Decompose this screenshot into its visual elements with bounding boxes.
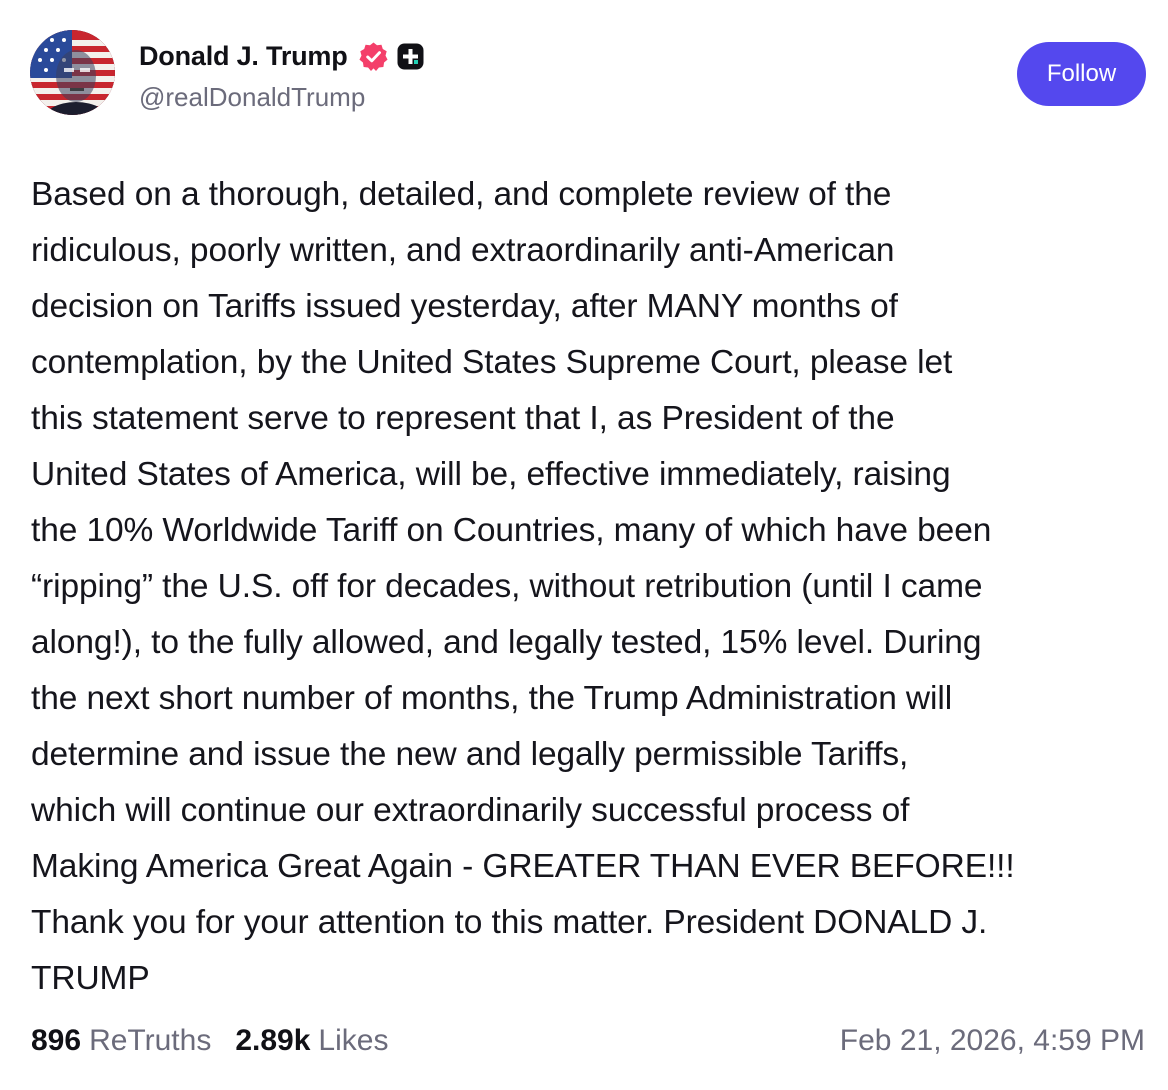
post-text-line: the next short number of months, the Tru… <box>31 680 953 717</box>
likes-label: Likes <box>318 1024 389 1057</box>
post-stats: 896 ReTruths 2.89k Likes <box>31 1024 412 1058</box>
post-text-line: this statement serve to represent that I… <box>31 400 895 437</box>
post-text-line: contemplation, by the United States Supr… <box>31 344 953 381</box>
post-text-line: decision on Tariffs issued yesterday, af… <box>31 288 898 325</box>
post-text-line: determine and issue the new and legally … <box>31 736 909 773</box>
post-text-line: United States of America, will be, effec… <box>31 456 951 493</box>
post-body: Based on a thorough, detailed, and compl… <box>31 167 1151 1007</box>
author-name-row: Donald J. Trump <box>139 36 424 76</box>
retruths-stat[interactable]: 896 ReTruths <box>31 1024 211 1058</box>
avatar-flag-portrait-icon <box>30 30 115 115</box>
truth-plus-icon <box>397 43 424 70</box>
post-card: Donald J. Trump @realDonaldTrump Follow … <box>0 0 1168 1090</box>
post-text-line: ridiculous, poorly written, and extraord… <box>31 232 895 269</box>
post-text-line: Making America Great Again - GREATER THA… <box>31 848 1015 885</box>
author-handle[interactable]: @realDonaldTrump <box>139 82 365 113</box>
post-text-line: Based on a thorough, detailed, and compl… <box>31 176 892 213</box>
post-timestamp[interactable]: Feb 21, 2026, 4:59 PM <box>840 1024 1145 1058</box>
likes-stat[interactable]: 2.89k Likes <box>235 1024 388 1058</box>
retruths-count: 896 <box>31 1024 82 1057</box>
post-text-line: Thank you for your attention to this mat… <box>31 904 988 941</box>
retruths-label: ReTruths <box>89 1024 212 1057</box>
author-avatar[interactable] <box>30 30 115 115</box>
post-text-line: along!), to the fully allowed, and legal… <box>31 624 982 661</box>
post-text-line: which will continue our extraordinarily … <box>31 792 910 829</box>
follow-button[interactable]: Follow <box>1017 42 1146 106</box>
post-text-line: TRUMP <box>31 960 150 997</box>
likes-count: 2.89k <box>235 1024 311 1057</box>
author-display-name[interactable]: Donald J. Trump <box>139 41 348 72</box>
verified-badge-icon <box>358 41 389 72</box>
post-text-line: “ripping” the U.S. off for decades, with… <box>31 568 983 605</box>
post-text-line: the 10% Worldwide Tariff on Countries, m… <box>31 512 992 549</box>
